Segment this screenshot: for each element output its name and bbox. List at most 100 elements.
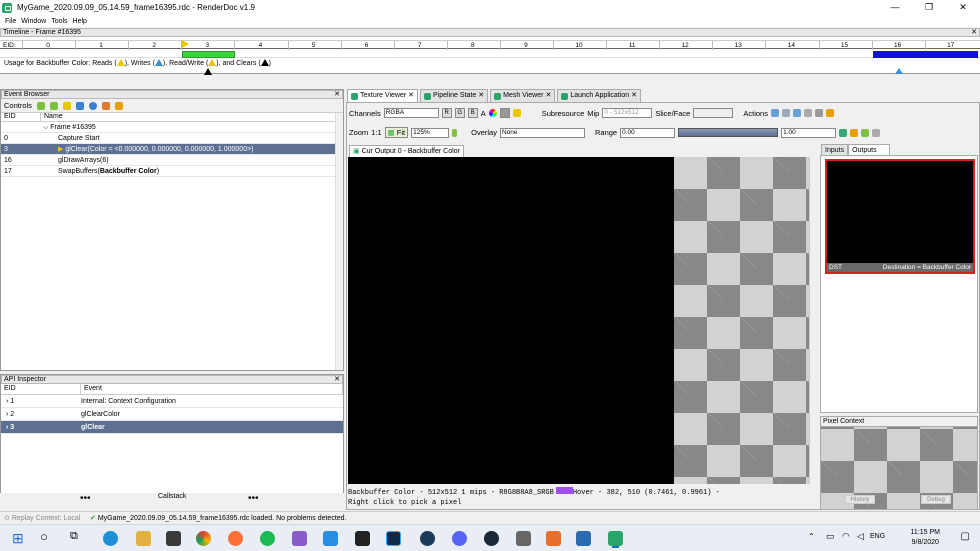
blue-channel-toggle[interactable]: B <box>467 108 478 118</box>
table-row[interactable]: 17 SwapBuffers(Backbuffer Color) <box>1 166 343 177</box>
maximize-button[interactable]: ❐ <box>912 0 946 15</box>
histogram-icon[interactable] <box>872 128 881 137</box>
bookmark-flag-icon[interactable] <box>62 101 71 110</box>
tab-cur-output[interactable]: ▣ Cur Output 0 - Backbuffer Color <box>349 145 464 157</box>
forward-arrow-icon[interactable] <box>49 101 58 110</box>
volume-icon[interactable]: ◁ <box>857 531 864 542</box>
zoom-select[interactable]: 125% <box>411 127 450 138</box>
language-indicator[interactable]: ENG <box>870 533 885 540</box>
open-icon[interactable] <box>781 109 790 117</box>
range-slider[interactable] <box>678 128 779 137</box>
tab-pipeline-state[interactable]: Pipeline State ✕ <box>420 89 489 102</box>
minimize-button[interactable]: — <box>878 0 912 15</box>
reset-icon[interactable] <box>861 128 870 137</box>
history-button[interactable]: History <box>845 495 875 504</box>
close-button[interactable]: ✕ <box>946 0 980 15</box>
more-icon[interactable]: ••• <box>80 493 91 504</box>
tab-texture-viewer[interactable]: Texture Viewer ✕ <box>347 89 419 102</box>
blender-icon[interactable] <box>546 531 561 546</box>
store-icon[interactable] <box>166 531 181 546</box>
firefox-icon[interactable] <box>228 531 243 546</box>
table-row[interactable]: › 2 glClearColor <box>1 408 343 421</box>
table-row[interactable]: 0 Capture Start <box>1 133 343 144</box>
timeline-ruler[interactable]: EID: 0 1 2 3 4 5 6 7 8 9 10 11 12 13 14 15 16 17 <box>0 40 980 50</box>
tray-chevron-icon[interactable]: ⌃ <box>808 532 815 541</box>
tab-launch-application[interactable]: Launch Application ✕ <box>557 89 641 102</box>
color-wheel-icon[interactable] <box>488 109 497 117</box>
app-icon[interactable] <box>420 531 435 546</box>
viewport-scrollbar[interactable] <box>809 157 818 484</box>
gear-icon[interactable] <box>512 109 521 117</box>
save-icon[interactable] <box>770 109 779 117</box>
more-icon[interactable]: ••• <box>248 493 259 504</box>
overlay-select[interactable]: None <box>499 127 585 138</box>
back-arrow-icon[interactable] <box>36 101 45 110</box>
photos-icon[interactable] <box>576 531 591 546</box>
chrome-icon[interactable] <box>196 531 211 546</box>
media-icon[interactable] <box>516 531 531 546</box>
table-row[interactable]: ⌵ Frame #16395 <box>1 122 343 133</box>
visual-studio-icon[interactable] <box>292 531 307 546</box>
search-icon[interactable]: ○ <box>40 529 48 544</box>
table-row-selected[interactable]: 3 ▶ glClear(Color = <0.000000, 0.000000, … <box>1 144 343 155</box>
menu-window[interactable]: Window <box>21 18 46 25</box>
alpha-channel-toggle[interactable]: A <box>481 109 486 118</box>
zoom-range-icon[interactable] <box>839 128 848 137</box>
settings-icon[interactable] <box>101 101 110 110</box>
menu-tools[interactable]: Tools <box>51 18 67 25</box>
mip-select[interactable]: 0 - 512x512 <box>602 108 653 118</box>
task-view-icon[interactable]: ⧉ <box>70 530 78 543</box>
fit-button[interactable]: ▦ Fit <box>384 127 409 138</box>
table-row[interactable]: 16 glDrawArrays(6) <box>1 155 343 166</box>
file-explorer-icon[interactable] <box>136 531 151 546</box>
export-icon[interactable] <box>114 101 123 110</box>
vscode-icon[interactable] <box>323 531 338 546</box>
find-icon[interactable] <box>75 101 84 110</box>
zoom-1-1-button[interactable]: 1:1 <box>371 128 381 137</box>
close-icon[interactable]: ✕ <box>971 29 977 36</box>
renderdoc-taskbar-icon[interactable] <box>608 531 623 546</box>
network-icon[interactable]: ▭ <box>826 531 835 542</box>
clock[interactable]: 11:15 PM 9/8/2020 <box>911 528 940 548</box>
edge-icon[interactable] <box>103 531 118 546</box>
windows-start-icon[interactable]: ⊞ <box>12 530 24 547</box>
menu-help[interactable]: Help <box>73 18 87 25</box>
photoshop-icon[interactable] <box>386 531 401 546</box>
range-max-input[interactable]: 1.00 <box>781 127 837 138</box>
discord-icon[interactable] <box>452 531 467 546</box>
spotify-icon[interactable] <box>260 531 275 546</box>
pixel-context[interactable]: Pixel Context History Debug <box>820 416 978 510</box>
event-bar-blue[interactable] <box>873 51 978 58</box>
checker-icon[interactable] <box>499 108 510 118</box>
tab-mesh-viewer[interactable]: Mesh Viewer ✕ <box>490 89 556 102</box>
epic-games-icon[interactable] <box>355 531 370 546</box>
timeline-bars[interactable] <box>0 40 980 58</box>
notifications-icon[interactable]: ▢ <box>961 531 970 542</box>
wifi-icon[interactable]: ◠ <box>842 531 850 542</box>
actions-label: Actions <box>743 108 768 118</box>
link-icon[interactable] <box>814 109 823 117</box>
goto-icon[interactable] <box>803 109 812 117</box>
time-icon[interactable] <box>88 101 97 110</box>
table-row[interactable]: › 1 Internal: Context Configuration <box>1 395 343 408</box>
table-row-selected[interactable]: › 3 glClear <box>1 421 343 434</box>
green-channel-toggle[interactable]: G <box>454 108 465 118</box>
main-tabs: Texture Viewer ✕ Pipeline State ✕ Mesh Vie… <box>347 89 643 102</box>
slice-select[interactable] <box>693 108 734 118</box>
menu-file[interactable]: File <box>5 18 16 25</box>
close-icon[interactable]: ✕ <box>334 376 340 383</box>
event-bar-green[interactable] <box>182 51 235 58</box>
close-icon[interactable]: ✕ <box>334 91 340 98</box>
range-min-input[interactable]: 0.00 <box>620 127 676 138</box>
debug-button[interactable]: Debug <box>921 495 951 504</box>
auto-fit-icon[interactable] <box>850 128 859 137</box>
red-channel-toggle[interactable]: R <box>441 108 452 118</box>
flip-icon[interactable] <box>452 128 458 137</box>
callstack-label[interactable]: Callstack <box>158 493 186 500</box>
export-icon[interactable] <box>825 109 834 117</box>
scrollbar[interactable] <box>335 113 343 370</box>
output-thumbnail[interactable]: DST Destination = Backbuffer Color <box>825 159 975 274</box>
channels-select[interactable]: RGBA <box>383 108 439 118</box>
view-icon[interactable] <box>792 109 801 117</box>
steam-icon[interactable] <box>484 531 499 546</box>
